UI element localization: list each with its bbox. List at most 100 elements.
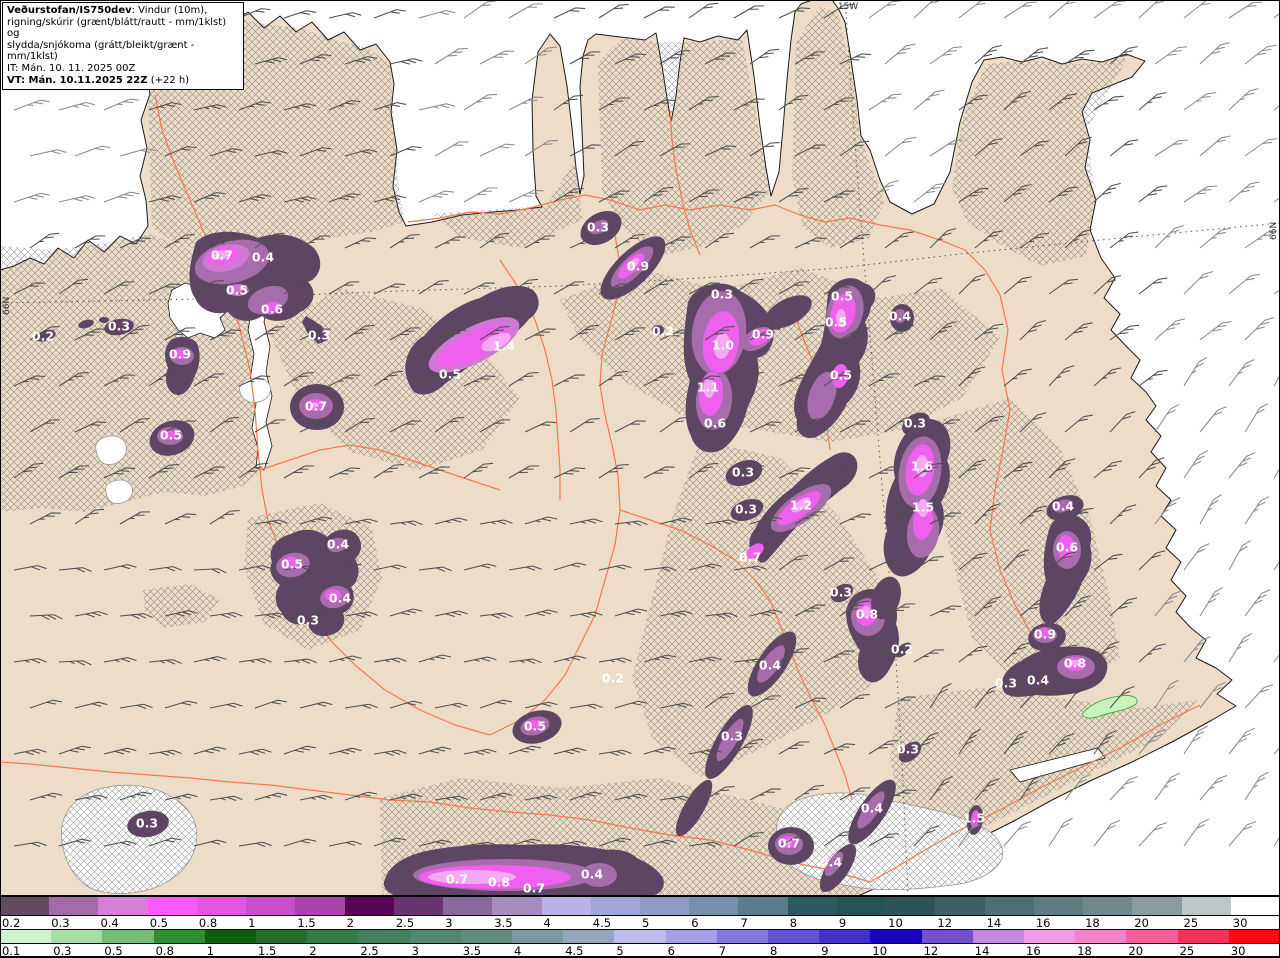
rain-colorbar-cell: [819, 929, 872, 944]
precip-value-label: 0.3: [136, 816, 158, 831]
snow-colorbar-tick-label: 1.5: [297, 916, 316, 930]
snow-colorbar-tick-label: 0.4: [100, 916, 119, 930]
snow-colorbar-cell: [0, 896, 51, 916]
precip-value-label: 0.6: [704, 416, 726, 431]
precip-value-label: 0.4: [252, 250, 274, 265]
precip-value-label: 0.9: [169, 347, 191, 362]
rain-colorbar: [0, 929, 1280, 944]
precip-value-label: 0.5: [830, 368, 852, 383]
rain-colorbar-cell: [716, 929, 769, 944]
rain-colorbar-cell: [1126, 929, 1179, 944]
precip-value-label: 1.4: [493, 339, 515, 354]
precip-value-label: 0.3: [297, 613, 319, 628]
precip-value-label: 0.7: [739, 550, 761, 565]
snow-colorbar-cell: [836, 896, 888, 916]
precip-value-label: 0.7: [778, 836, 800, 851]
snow-colorbar-tick-label: 8: [789, 916, 798, 930]
rain-colorbar-cell: [614, 929, 667, 944]
precip-value-label: 0.7: [446, 872, 468, 887]
precip-value-label: 0.3: [108, 319, 130, 334]
precip-value-label: 0.7: [305, 399, 327, 414]
weather-forecast-chart: 0.7 0.4 0.5 0.6 0.3 0.3 0.2 0.9 0.5 0.7 0.3 0.9 0.2 0…: [0, 0, 1280, 958]
rain-colorbar-cell: [972, 929, 1025, 944]
snow-colorbar-cell: [492, 896, 543, 916]
rain-colorbar-cell: [51, 929, 104, 944]
precip-value-label: 0.4: [759, 658, 781, 673]
snow-colorbar-tick-label: 0.2: [2, 916, 21, 930]
rain-colorbar-cell: [870, 929, 923, 944]
snow-colorbar-cell: [246, 896, 297, 916]
precip-value-label: 0.6: [1056, 540, 1078, 555]
meridian-label: 15W: [838, 2, 858, 12]
snow-colorbar-cell: [98, 896, 149, 916]
snow-colorbar-tick-label: 3: [445, 916, 453, 930]
snow-colorbar-cell: [393, 896, 445, 916]
snow-colorbar-tick-label: 10: [888, 916, 903, 930]
precip-value-label: 0.6: [261, 302, 283, 317]
rain-colorbar-cell: [512, 929, 565, 944]
precip-value-label: 0.9: [1034, 627, 1056, 642]
title-line-product: Veðurstofan/IS750dev: Vindur (10m),: [7, 5, 208, 16]
precip-value-label: 0.8: [488, 875, 510, 890]
precip-value-label: 0.5: [281, 557, 303, 572]
rain-colorbar-cell: [0, 929, 53, 944]
rain-colorbar-cell: [563, 929, 616, 944]
precip-value-label: 1.1: [697, 380, 719, 395]
rain-colorbar-labels: 0.1 0.3 0.5 0.8 1 1.5 2 2.5 3 3.5 4 4.5 5 6 7 8 9 10 12 14 1…: [0, 944, 1280, 958]
precip-value-label: 0.4: [329, 591, 351, 606]
rain-colorbar-cell: [102, 929, 155, 944]
title-line-init-time: IT: Mán. 10. 11. 2025 00Z: [7, 62, 136, 74]
rain-colorbar-cell: [460, 929, 513, 944]
precip-value-label: 0.3: [308, 328, 330, 343]
precip-value-label: 0.4: [889, 309, 911, 324]
snow-colorbar-tick-label: 1: [248, 916, 256, 930]
snow-colorbar-tick-label: 16: [1035, 916, 1051, 930]
rain-colorbar-cell: [256, 929, 309, 944]
precip-value-label: 0.9: [627, 259, 649, 274]
parallel-label-left: 66N: [2, 297, 12, 315]
snow-colorbar-cell: [787, 896, 838, 916]
snow-colorbar-cell: [689, 896, 740, 916]
precip-value-label: 0.2: [891, 642, 913, 657]
snow-colorbar-cell: [738, 896, 789, 916]
precip-value-label: 0.4: [1027, 673, 1049, 688]
precip-value-label: 0.7: [211, 248, 233, 263]
snow-colorbar-cell: [147, 896, 198, 916]
snow-colorbar-cell: [1132, 896, 1183, 916]
precip-value-label: 0.2: [652, 324, 674, 339]
precip-value-label: 1.6: [911, 459, 933, 474]
snow-colorbar-cell: [640, 896, 691, 916]
snow-colorbar-tick-label: 0.3: [51, 916, 70, 930]
rain-colorbar-cell: [1075, 929, 1128, 944]
precip-value-label: 0.4: [820, 855, 842, 870]
precip-value-label: 1.0: [712, 338, 734, 353]
precip-value-label: 0.5: [831, 289, 853, 304]
rain-colorbar-cell: [204, 929, 257, 944]
precip-value-label: 0.2: [32, 329, 54, 344]
rain-colorbar-cell: [307, 929, 360, 944]
snow-colorbar-cell: [295, 896, 346, 916]
snow-colorbar-tick-label: 6: [691, 916, 699, 930]
snow-colorbar-tick-label: 0.8: [198, 916, 218, 930]
rain-colorbar-cell: [1228, 929, 1280, 944]
title-line-desc3: slydda/snjókoma (grátt/bleikt/grænt - mm…: [7, 39, 195, 63]
snow-colorbar-tick-label: 20: [1134, 916, 1149, 930]
rain-colorbar-cell: [665, 929, 718, 944]
rain-colorbar-cell: [153, 929, 206, 944]
snow-colorbar-cell: [1181, 896, 1232, 916]
precip-value-label: 0.3: [830, 585, 852, 600]
precip-value-label: 0.5: [160, 428, 182, 443]
snow-colorbar-tick-label: 4: [543, 916, 551, 930]
precip-value-label: 0.3: [711, 287, 733, 302]
precip-value-label: 1.5: [963, 811, 985, 826]
precip-value-label: 0.3: [904, 416, 926, 431]
glacier-small-1: [239, 377, 271, 403]
title-box: Veðurstofan/IS750dev: Vindur (10m), rign…: [2, 2, 244, 91]
rain-colorbar-cell: [921, 929, 974, 944]
snow-colorbar-cell: [1033, 896, 1085, 916]
precip-value-label: 1.5: [912, 500, 934, 515]
precip-value-label: 0.3: [587, 220, 609, 235]
snow-colorbar-tick-label: 2: [346, 916, 354, 930]
snow-colorbar-cell: [443, 896, 494, 916]
weather-map: 0.7 0.4 0.5 0.6 0.3 0.3 0.2 0.9 0.5 0.7 0.3 0.9 0.2 0…: [0, 0, 1280, 896]
